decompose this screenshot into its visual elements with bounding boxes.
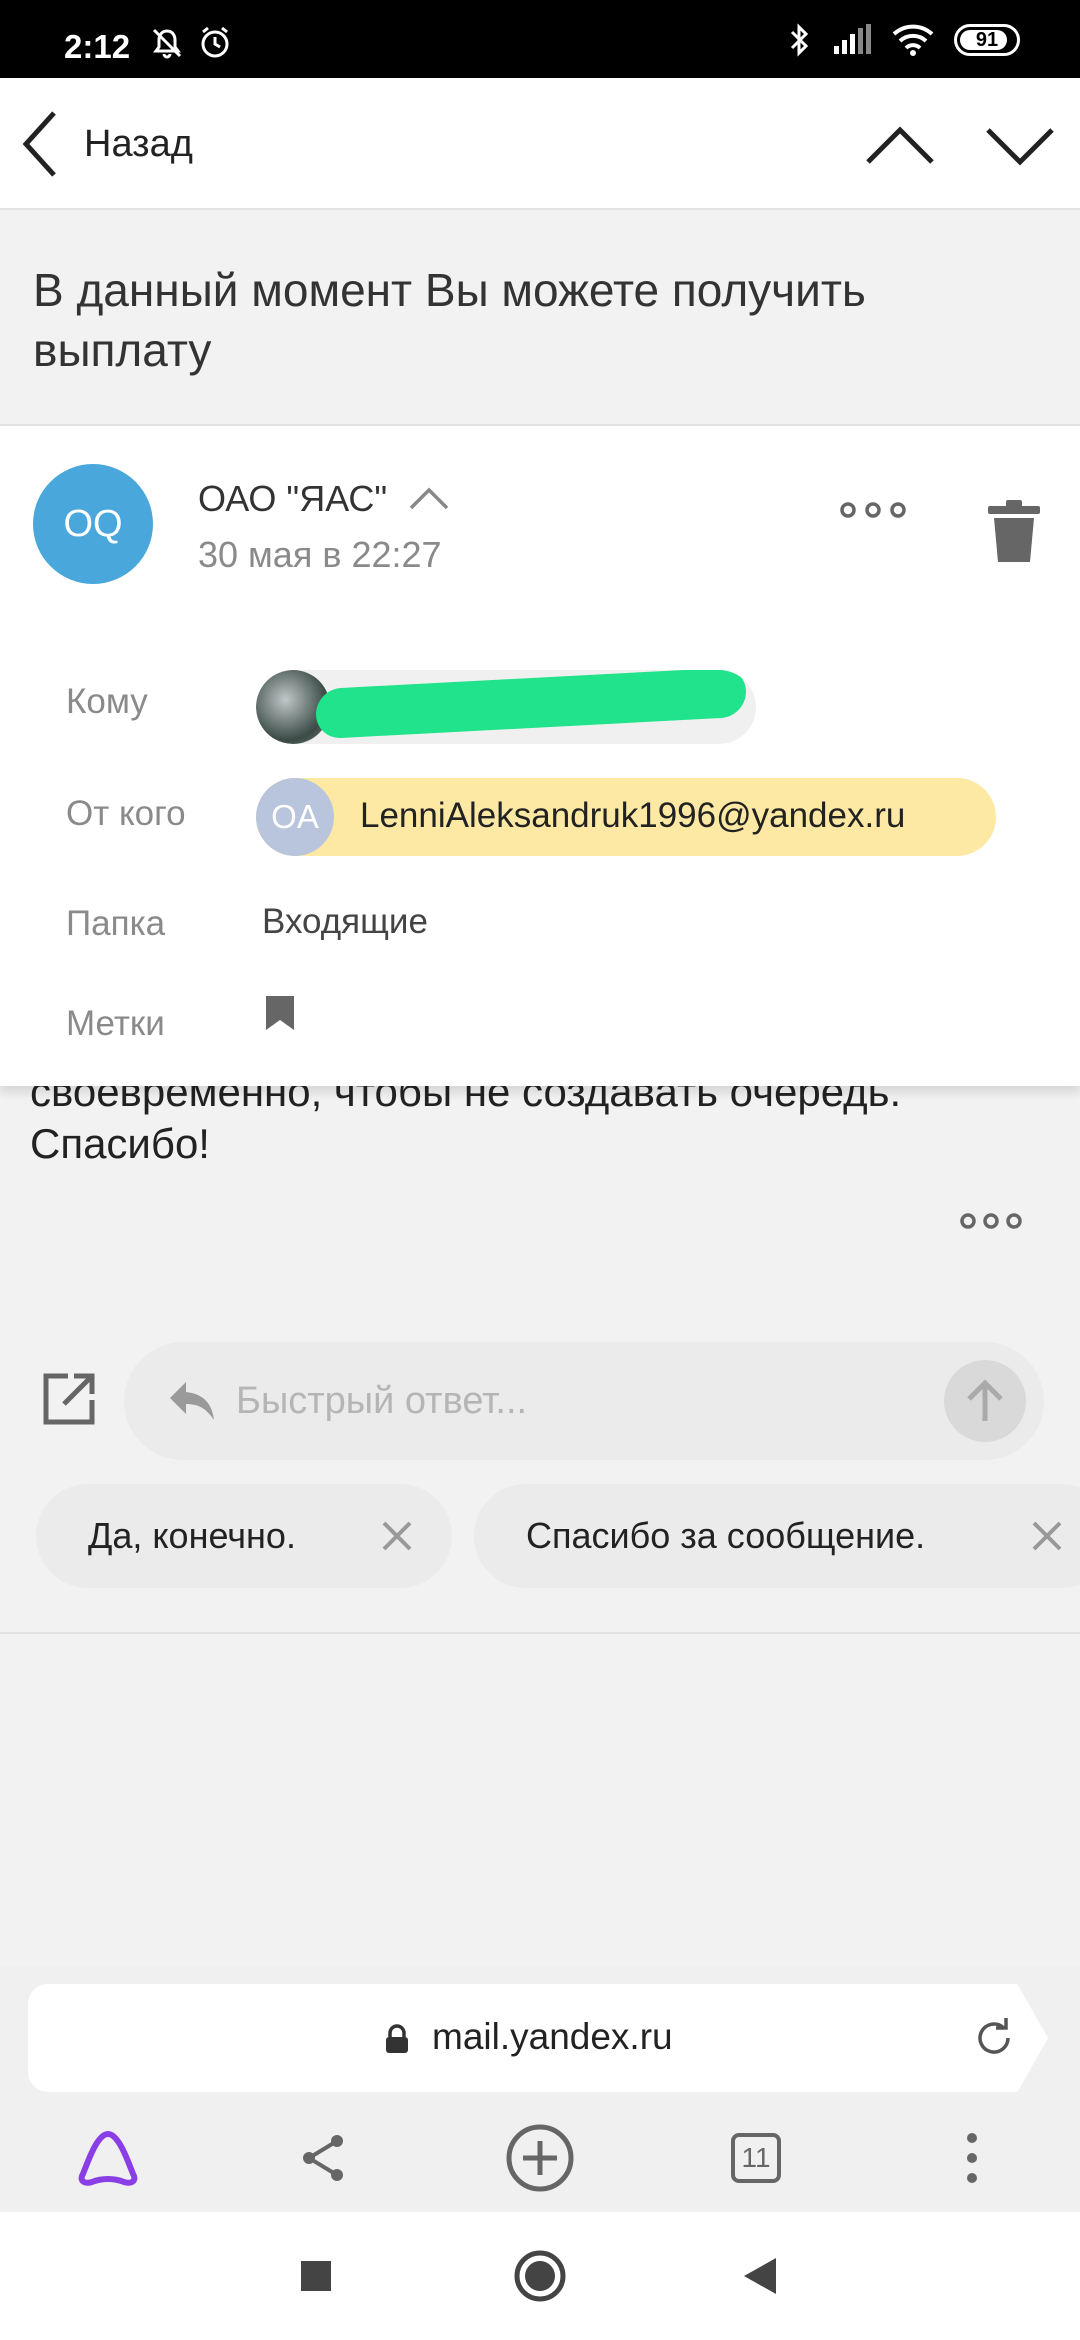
more-options-button[interactable]: [838, 490, 908, 530]
tabs-count: 11: [731, 2133, 781, 2183]
status-bar: 2:12 91: [0, 0, 1080, 78]
sender-name-row[interactable]: ОАО "ЯАС": [198, 478, 451, 520]
mute-icon: [152, 28, 182, 59]
redaction-mark: [316, 670, 746, 740]
status-icons-right: 91: [788, 22, 1020, 58]
plus-circle-icon: [506, 2124, 574, 2192]
compose-full-reply-button[interactable]: [42, 1372, 96, 1426]
signal-icon: [834, 24, 871, 54]
chevron-left-icon: [22, 111, 56, 177]
sender-email: LenniAleksandruk1996@yandex.ru: [360, 796, 906, 835]
share-button[interactable]: [284, 2118, 364, 2198]
bluetooth-icon: [790, 23, 809, 57]
subject-area: В данный момент Вы можете получить выпла…: [0, 210, 1080, 426]
delete-button[interactable]: [986, 498, 1042, 564]
previous-message-button[interactable]: [860, 106, 940, 186]
folder-label: Папка: [66, 904, 166, 943]
next-message-button[interactable]: [980, 106, 1060, 186]
quick-reply-field: [124, 1342, 1044, 1460]
address-bar[interactable]: mail.yandex.ru: [28, 1984, 1048, 2092]
wifi-icon: [892, 24, 934, 56]
sender-email-avatar: OA: [256, 778, 334, 856]
square-icon: [301, 2261, 331, 2291]
chevron-up-icon[interactable]: [407, 486, 451, 512]
system-back-button[interactable]: [728, 2244, 792, 2308]
browser-bottom-panel: mail.yandex.ru 11: [0, 1966, 1080, 2212]
suggestion-text: Спасибо за сообщение.: [526, 1515, 926, 1556]
browser-menu-button[interactable]: [932, 2118, 1012, 2198]
chevron-down-icon: [986, 128, 1054, 166]
from-label: От кого: [66, 794, 186, 833]
more-vertical-icon: [967, 2133, 977, 2183]
alarm-icon: [201, 26, 229, 58]
arrow-up-icon: [967, 1379, 1003, 1421]
close-icon[interactable]: [1030, 1519, 1064, 1553]
quick-reply-input[interactable]: [236, 1372, 916, 1430]
back-button[interactable]: Назад: [20, 108, 193, 180]
open-compose-icon: [43, 1373, 95, 1425]
content-divider: [0, 1632, 1080, 1634]
lock-icon: [386, 2024, 408, 2053]
message-date: 30 мая в 22:27: [198, 534, 442, 575]
home-button[interactable]: [508, 2244, 572, 2308]
home-circle-icon: [514, 2250, 566, 2302]
mail-topbar: Назад: [0, 78, 1080, 210]
folder-value[interactable]: Входящие: [262, 902, 428, 942]
to-label: Кому: [66, 682, 148, 721]
sender-avatar[interactable]: OQ: [33, 464, 153, 584]
trash-icon: [988, 500, 1040, 562]
tags-label: Метки: [66, 1004, 165, 1043]
suggestion-chip[interactable]: Спасибо за сообщение.: [474, 1484, 1080, 1588]
more-horizontal-icon: [960, 1213, 1022, 1229]
battery-level: 91: [975, 28, 999, 51]
browser-toolbar: 11: [0, 2104, 1080, 2212]
suggestion-chip[interactable]: Да, конечно.: [36, 1484, 452, 1588]
triangle-back-icon: [744, 2258, 776, 2294]
message-more-button[interactable]: [958, 1206, 1024, 1236]
reload-icon[interactable]: [972, 2016, 1016, 2060]
sender-email-chip[interactable]: OA LenniAleksandruk1996@yandex.ru: [256, 778, 996, 856]
recents-button[interactable]: [284, 2244, 348, 2308]
sender-details-card: OQ ОАО "ЯАС" 30 мая в 22:27 Кому От кого…: [0, 426, 1080, 1086]
alice-icon: [78, 2131, 138, 2186]
new-tab-button[interactable]: [500, 2118, 580, 2198]
sender-name: ОАО "ЯАС": [198, 478, 388, 519]
body-line: Спасибо!: [30, 1120, 210, 1167]
back-label: Назад: [84, 122, 193, 165]
chevron-up-icon: [866, 126, 934, 164]
alice-button[interactable]: [68, 2118, 148, 2198]
status-icons-left: [150, 26, 232, 60]
tabs-button[interactable]: 11: [716, 2118, 796, 2198]
url-text: mail.yandex.ru: [432, 2016, 673, 2057]
message-subject: В данный момент Вы можете получить выпла…: [33, 264, 866, 376]
battery-icon: 91: [954, 24, 1020, 56]
reply-icon: [170, 1382, 214, 1420]
bookmark-icon[interactable]: [264, 994, 296, 1032]
close-icon[interactable]: [380, 1519, 414, 1553]
send-button[interactable]: [944, 1360, 1026, 1442]
suggestion-text: Да, конечно.: [88, 1515, 296, 1556]
more-horizontal-icon: [840, 502, 906, 518]
recipient-chip[interactable]: [256, 670, 756, 744]
status-time: 2:12: [64, 28, 131, 65]
system-navigation-bar: [0, 2212, 1080, 2340]
share-icon: [303, 2135, 343, 2181]
